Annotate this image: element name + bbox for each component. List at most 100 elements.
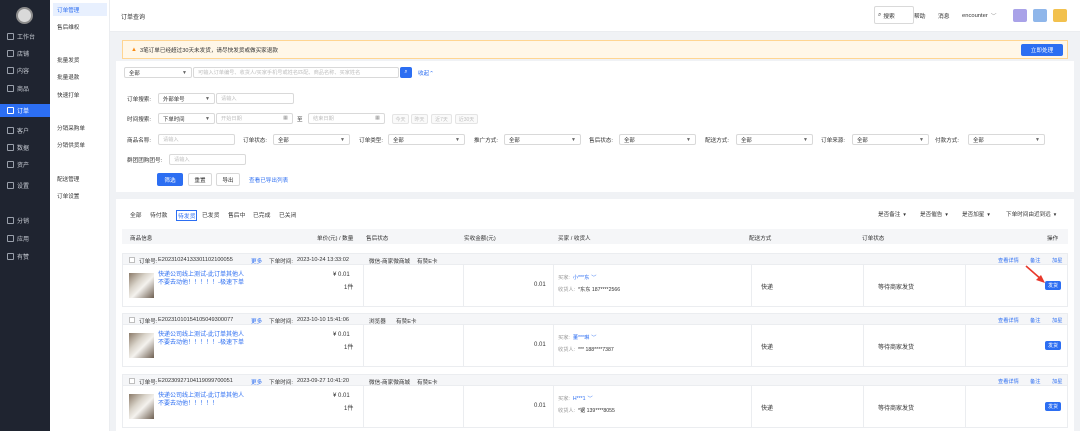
order-more-link[interactable]: 更多 [251,378,262,386]
filter-select-2[interactable]: 全部 ▼ [504,134,581,145]
tab-3[interactable]: 已发货 [202,210,219,219]
star-link[interactable]: 加星 [1052,317,1062,324]
range-7days-button[interactable]: 近7天 [431,114,452,124]
tab-1[interactable]: 待付款 [150,210,167,219]
buyer-name[interactable]: 董***琳 [573,335,589,341]
product-title[interactable]: 快递公司线上测试-此订单其他人不要去动他！！！！！-极速下单 [158,331,248,347]
nav-item-10[interactable]: 应用 [0,232,50,245]
filter-select-5[interactable]: 全部 ▼ [852,134,929,145]
subnav-item-5[interactable]: 分销采购单 [53,121,107,134]
handle-now-button[interactable]: 立即处理 [1021,44,1063,56]
subnav-item-6[interactable]: 分销供货单 [53,138,107,151]
buyer-name[interactable]: 小***东 [573,275,589,281]
header-user-menu[interactable]: encounter ﹀ [962,11,997,21]
group-buy-input[interactable]: 请输入 [169,154,246,165]
list-filter-2[interactable]: 是否加星 ▼ [962,210,991,218]
product-title[interactable]: 快递公司线上测试-此订单其他人不要去动他！！！！！ [158,392,248,408]
filter-button[interactable]: 筛选 [157,173,183,186]
subnav-item-1[interactable]: 售后维权 [53,20,107,33]
product-thumbnail[interactable] [129,333,154,358]
order-search-type-select[interactable]: 外部单号 ▼ [158,93,215,104]
range-today-button[interactable]: 今天 [392,114,409,124]
list-filter-3[interactable]: 下单时间由近到远 ▼ [1006,210,1057,218]
export-button[interactable]: 导出 [216,173,240,186]
nav-item-11[interactable]: 有赞 [0,250,50,263]
start-date-input[interactable]: 开始日期 ▦ [216,113,293,124]
list-filter-1[interactable]: 是否催告 ▼ [920,210,949,218]
warning-icon: ▲ [131,46,137,53]
nav-item-4[interactable]: 订单 [0,104,50,117]
filter-select-6[interactable]: 全部 ▼ [968,134,1045,145]
shop-avatar-3[interactable] [1053,9,1067,22]
chevron-down-icon[interactable]: ﹀ [591,335,596,341]
filter-select-4[interactable]: 全部 ▼ [736,134,813,145]
tab-4[interactable]: 售后中 [228,210,245,219]
header-help-link[interactable]: 帮助 [914,11,926,20]
nav-item-7[interactable]: 资产 [0,158,50,171]
remark-link[interactable]: 备注 [1030,378,1040,385]
subnav-item-0[interactable]: 订单管理 [53,3,107,16]
shop-avatar-1[interactable] [1013,9,1027,22]
view-export-list-link[interactable]: 查看已导出列表 [249,176,288,184]
subnav-item-4[interactable]: 快速打单 [53,88,107,101]
goods-name-input[interactable]: 请输入 [158,134,235,145]
product-thumbnail[interactable] [129,394,154,419]
star-link[interactable]: 加星 [1052,257,1062,264]
remark-link[interactable]: 备注 [1030,257,1040,264]
order-search-input[interactable]: 请输入 [216,93,294,104]
filter-select-3[interactable]: 全部 ▼ [619,134,696,145]
order-checkbox[interactable] [129,377,135,384]
order-checkbox[interactable] [129,256,135,263]
nav-item-5[interactable]: 客户 [0,124,50,137]
filter-select-label: 订单来源: [821,138,845,144]
header-message-link[interactable]: 消息 [938,11,950,20]
buyer-name[interactable]: H***1 [573,396,586,402]
star-link[interactable]: 加星 [1052,378,1062,385]
chevron-down-icon[interactable]: ﹀ [588,396,593,402]
nav-item-1[interactable]: 店铺 [0,47,50,60]
goods-name-label: 商品名称: [127,138,151,144]
tab-2[interactable]: 待发货 [176,210,198,221]
view-detail-link[interactable]: 查看详情 [998,257,1019,264]
nav-item-6[interactable]: 数据 [0,141,50,154]
caret-down-icon: ▼ [571,137,576,143]
filter-select-0[interactable]: 全部 ▼ [273,134,350,145]
store-logo[interactable] [16,7,33,24]
remark-link[interactable]: 备注 [1030,317,1040,324]
ship-button[interactable]: 发货 [1045,402,1061,411]
view-detail-link[interactable]: 查看详情 [998,378,1019,385]
filter-select-1[interactable]: 全部 ▼ [388,134,465,145]
quick-search-button[interactable]: ⌕ [400,67,412,78]
view-detail-link[interactable]: 查看详情 [998,317,1019,324]
nav-item-0[interactable]: 工作台 [0,30,50,43]
range-yesterday-button[interactable]: 昨天 [411,114,428,124]
subnav-item-2[interactable]: 批量发货 [53,53,107,66]
shop-avatar-2[interactable] [1033,9,1047,22]
list-filter-0[interactable]: 是否备注 ▼ [878,210,907,218]
range-30days-button[interactable]: 近30天 [455,114,478,124]
search-scope-select[interactable]: 全部 ▼ [124,67,192,78]
collapse-toggle[interactable]: 收起⌃ [418,69,434,77]
nav-item-3[interactable]: 商品 [0,82,50,95]
subnav-item-8[interactable]: 订单设置 [53,189,107,202]
time-type-select[interactable]: 下单时间 ▼ [158,113,215,124]
product-thumbnail[interactable] [129,273,154,298]
order-more-link[interactable]: 更多 [251,317,262,325]
subnav-item-3[interactable]: 批量退款 [53,70,107,83]
nav-item-9[interactable]: 分销 [0,214,50,227]
tab-6[interactable]: 已关闭 [279,210,296,219]
ship-button[interactable]: 发货 [1045,341,1061,350]
product-title[interactable]: 快递公司线上测试-此订单其他人不要去动他！！！！！-极速下单 [158,271,248,287]
order-more-link[interactable]: 更多 [251,257,262,265]
nav-item-2[interactable]: 内容 [0,64,50,77]
quick-search-input[interactable]: 可输入订单编号、收货人/买家手机号或姓名匹配、商品名称、买家姓名 [193,67,399,78]
reset-button[interactable]: 重置 [188,173,212,186]
chevron-down-icon[interactable]: ﹀ [591,275,596,281]
nav-item-8[interactable]: 设置 [0,179,50,192]
tab-5[interactable]: 已完成 [253,210,270,219]
tab-0[interactable]: 全部 [130,210,142,219]
subnav-item-7[interactable]: 配送管理 [53,172,107,185]
end-date-input[interactable]: 结束日期 ▦ [308,113,385,124]
order-checkbox[interactable] [129,316,135,323]
header-search-button[interactable]: ⌕ 搜索 [878,11,895,20]
